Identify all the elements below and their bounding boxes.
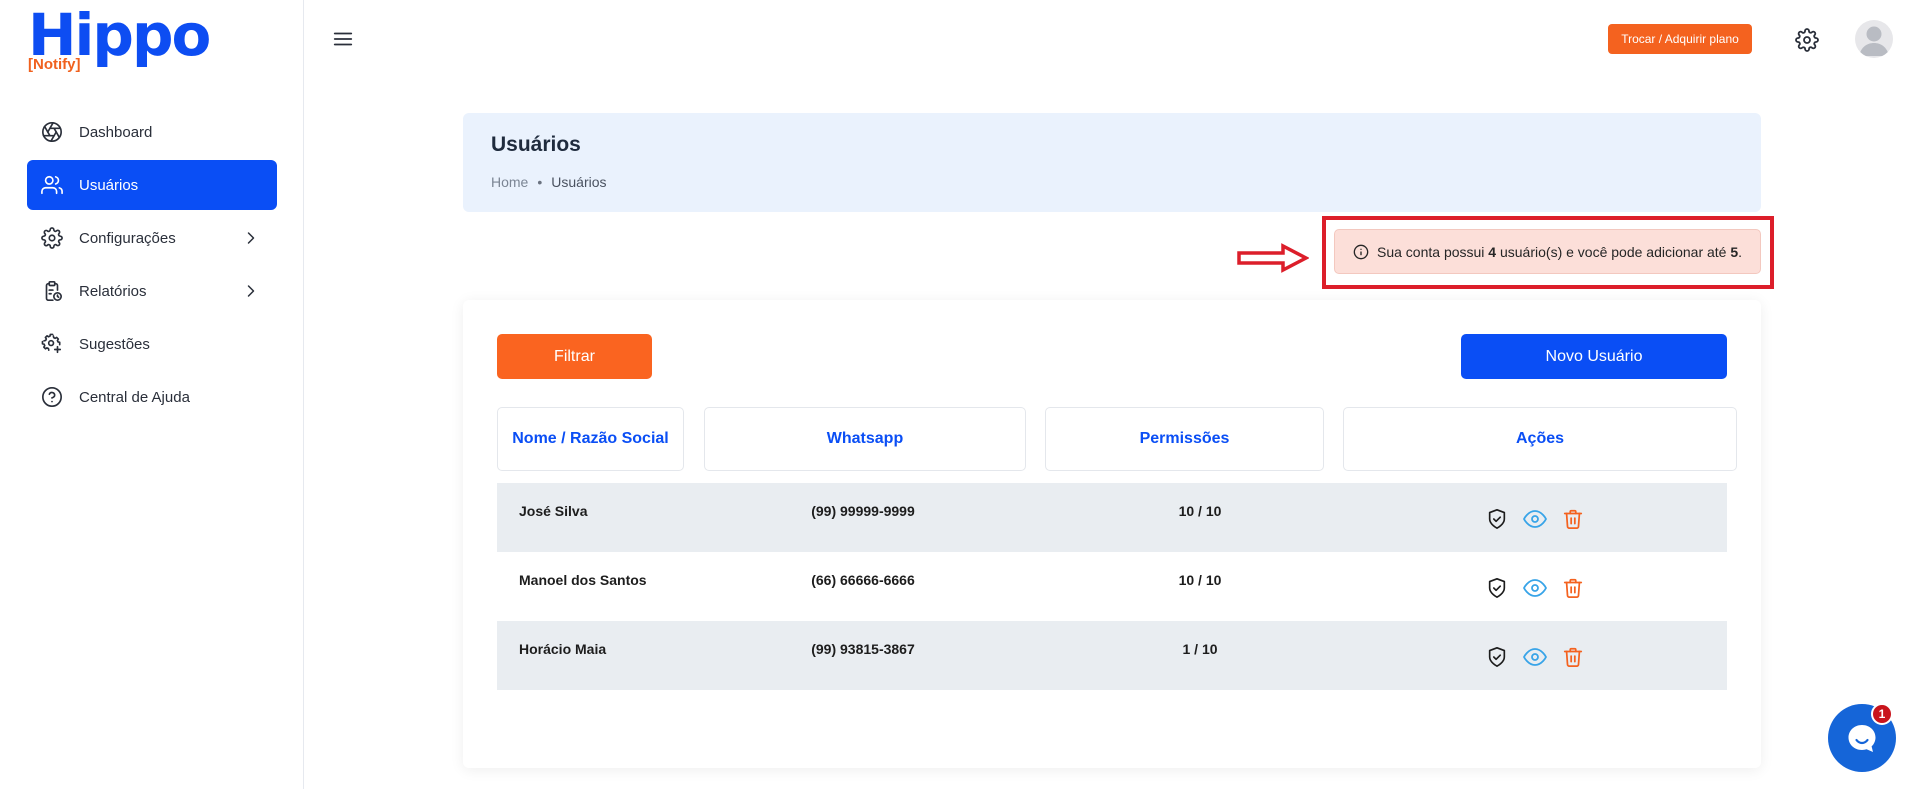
- row-name: Manoel dos Santos: [519, 571, 647, 588]
- permissions-shield-icon[interactable]: [1485, 507, 1509, 531]
- help-circle-icon: [40, 385, 64, 409]
- sidebar-item-label: Central de Ajuda: [79, 388, 190, 406]
- hamburger-menu-icon[interactable]: [332, 28, 354, 50]
- delete-trash-icon[interactable]: [1561, 507, 1585, 531]
- row-actions: [1485, 645, 1599, 669]
- sidebar: Hippo [Notify] Dashboard Usuários Config…: [0, 0, 304, 789]
- sidebar-item-label: Dashboard: [79, 123, 153, 141]
- row-whatsapp: (99) 93815-3867: [811, 640, 915, 657]
- chat-notification-badge: 1: [1871, 703, 1893, 725]
- row-permissions: 10 / 10: [1178, 502, 1222, 519]
- sidebar-item-sugestoes[interactable]: Sugestões: [27, 319, 277, 369]
- user-limit-alert: Sua conta possui 4 usuário(s) e você pod…: [1334, 229, 1761, 274]
- user-avatar[interactable]: [1855, 20, 1893, 58]
- users-icon: [40, 173, 64, 197]
- brand-logo[interactable]: Hippo [Notify]: [28, 1, 211, 76]
- clipboard-clock-icon: [40, 279, 64, 303]
- sidebar-item-usuarios[interactable]: Usuários: [27, 160, 277, 210]
- row-actions: [1485, 507, 1599, 531]
- page-title: Usuários: [491, 133, 581, 156]
- alert-user-limit: 5: [1730, 243, 1739, 260]
- chat-bubble-icon: [1848, 725, 1876, 752]
- permissions-shield-icon[interactable]: [1485, 576, 1509, 600]
- page-header: Usuários Home • Usuários: [463, 113, 1761, 212]
- sidebar-item-label: Sugestões: [79, 335, 150, 353]
- sidebar-item-dashboard[interactable]: Dashboard: [27, 107, 277, 157]
- row-permissions: 1 / 10: [1182, 640, 1218, 657]
- breadcrumb-home-link[interactable]: Home: [491, 174, 528, 190]
- chevron-right-icon: [247, 232, 255, 244]
- breadcrumb-current: Usuários: [551, 174, 607, 190]
- users-card: Filtrar Novo Usuário Nome / Razão Social…: [463, 300, 1761, 768]
- row-permissions: 10 / 10: [1178, 571, 1222, 588]
- row-name: Horácio Maia: [519, 640, 607, 657]
- breadcrumb: Home • Usuários: [491, 174, 607, 190]
- filter-button[interactable]: Filtrar: [497, 334, 652, 379]
- brand-logo-subtitle: [Notify]: [28, 56, 81, 73]
- breadcrumb-separator: •: [537, 174, 543, 190]
- sidebar-item-relatorios[interactable]: Relatórios: [27, 266, 277, 316]
- column-header-permissions[interactable]: Permissões: [1045, 407, 1324, 471]
- gear-plus-icon: [40, 332, 64, 356]
- view-eye-icon[interactable]: [1523, 576, 1547, 600]
- annotation-arrow-icon: [1237, 243, 1309, 273]
- new-user-button[interactable]: Novo Usuário: [1461, 334, 1727, 379]
- row-actions: [1485, 576, 1599, 600]
- column-header-actions[interactable]: Ações: [1343, 407, 1737, 471]
- table-row: José Silva (99) 99999-9999 10 / 10: [497, 483, 1727, 552]
- sidebar-item-configuracoes[interactable]: Configurações: [27, 213, 277, 263]
- table-row: Manoel dos Santos (66) 66666-6666 10 / 1…: [497, 552, 1727, 621]
- row-whatsapp: (99) 99999-9999: [811, 502, 915, 519]
- delete-trash-icon[interactable]: [1561, 576, 1585, 600]
- column-header-name[interactable]: Nome / Razão Social: [497, 407, 684, 471]
- table-row: Horácio Maia (99) 93815-3867 1 / 10: [497, 621, 1727, 690]
- app-root: Hippo [Notify] Dashboard Usuários Config…: [0, 0, 1918, 789]
- permissions-shield-icon[interactable]: [1485, 645, 1509, 669]
- row-name: José Silva: [519, 502, 588, 519]
- row-whatsapp: (66) 66666-6666: [811, 571, 915, 588]
- sidebar-item-label: Usuários: [79, 176, 139, 194]
- sidebar-item-label: Relatórios: [79, 282, 147, 300]
- info-icon: [1353, 244, 1369, 259]
- sidebar-nav: Dashboard Usuários Configurações Relatór…: [27, 107, 277, 425]
- view-eye-icon[interactable]: [1523, 507, 1547, 531]
- chevron-right-icon: [247, 285, 255, 297]
- gear-icon: [40, 226, 64, 250]
- alert-text: Sua conta possui 4 usuário(s) e você pod…: [1377, 243, 1743, 260]
- change-plan-button[interactable]: Trocar / Adquirir plano: [1608, 24, 1752, 54]
- delete-trash-icon[interactable]: [1561, 645, 1585, 669]
- settings-gear-icon[interactable]: [1795, 28, 1819, 52]
- sidebar-item-label: Configurações: [79, 229, 176, 247]
- view-eye-icon[interactable]: [1523, 645, 1547, 669]
- sidebar-item-central-de-ajuda[interactable]: Central de Ajuda: [27, 372, 277, 422]
- column-header-whatsapp[interactable]: Whatsapp: [704, 407, 1026, 471]
- aperture-icon: [40, 120, 64, 144]
- alert-user-count: 4: [1488, 243, 1497, 260]
